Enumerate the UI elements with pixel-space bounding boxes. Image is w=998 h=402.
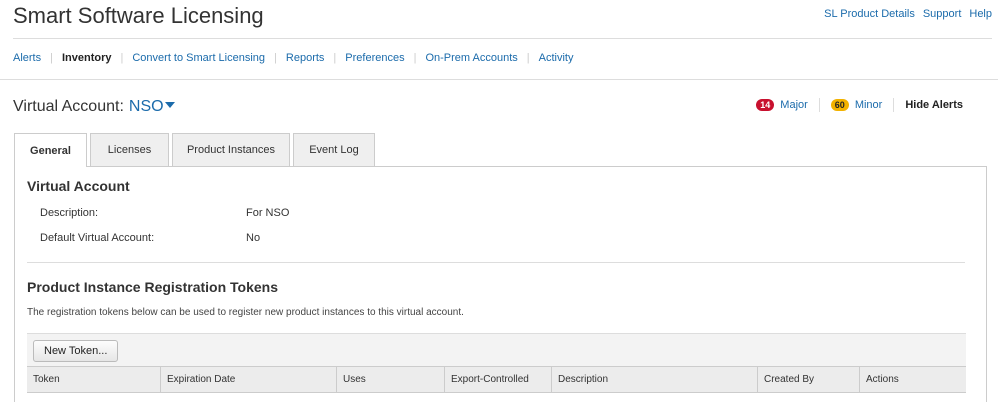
description-value: For NSO: [246, 207, 290, 219]
general-tab-panel: Virtual Account Description: For NSO Def…: [14, 166, 987, 402]
tab-bar: General Licenses Product Instances Event…: [14, 133, 378, 167]
column-header-uses[interactable]: Uses: [336, 367, 444, 392]
alerts-separator: [893, 98, 895, 112]
tab-event-log[interactable]: Event Log: [293, 133, 375, 166]
nav-alerts[interactable]: Alerts: [13, 52, 41, 64]
nav-separator: |: [274, 52, 277, 64]
minor-alerts-link[interactable]: Minor: [855, 99, 883, 111]
nav-reports[interactable]: Reports: [286, 52, 325, 64]
nav-separator: |: [50, 52, 53, 64]
main-nav: Alerts | Inventory | Convert to Smart Li…: [13, 52, 573, 64]
description-label: Description:: [40, 207, 99, 219]
support-link[interactable]: Support: [923, 8, 962, 20]
major-alerts-link[interactable]: Major: [780, 99, 808, 111]
new-token-button[interactable]: New Token...: [33, 340, 119, 362]
hide-alerts-button[interactable]: Hide Alerts: [905, 99, 963, 111]
tab-general[interactable]: General: [14, 133, 87, 167]
tokens-toolbar: New Token...: [27, 333, 966, 366]
nav-separator: |: [526, 52, 530, 64]
virtual-account-selector[interactable]: NSO: [129, 98, 164, 116]
nav-divider: [0, 79, 998, 80]
top-links: SL Product Details Support Help: [824, 8, 992, 20]
column-header-token[interactable]: Token: [27, 367, 160, 392]
nav-separator: |: [413, 52, 417, 64]
virtual-account-section-title: Virtual Account: [27, 178, 130, 194]
default-virtual-account-label: Default Virtual Account:: [40, 232, 155, 244]
nav-separator: |: [333, 52, 337, 64]
help-link[interactable]: Help: [969, 8, 992, 20]
nav-activity[interactable]: Activity: [539, 52, 574, 64]
nav-separator: |: [120, 52, 124, 64]
column-header-export-controlled[interactable]: Export-Controlled: [444, 367, 551, 392]
tokens-table-header: Token Expiration Date Uses Export-Contro…: [27, 366, 966, 393]
column-header-description[interactable]: Description: [551, 367, 757, 392]
default-virtual-account-value: No: [246, 232, 261, 244]
nav-preferences[interactable]: Preferences: [345, 52, 404, 64]
alerts-summary: 14 Major 60 Minor Hide Alerts: [756, 98, 963, 112]
alerts-separator: [818, 98, 820, 112]
tab-product-instances[interactable]: Product Instances: [172, 133, 290, 166]
tokens-description: The registration tokens below can be use…: [27, 307, 464, 318]
nav-on-prem-accounts[interactable]: On-Prem Accounts: [425, 52, 517, 64]
virtual-account-heading: Virtual Account: NSO: [13, 98, 175, 116]
tab-licenses[interactable]: Licenses: [90, 133, 169, 166]
tokens-section-title: Product Instance Registration Tokens: [27, 279, 279, 295]
column-header-actions[interactable]: Actions: [859, 367, 966, 392]
minor-alerts-badge[interactable]: 60: [830, 99, 849, 111]
caret-down-icon[interactable]: [164, 102, 175, 108]
sl-product-details-link[interactable]: SL Product Details: [824, 8, 915, 20]
app-title: Smart Software Licensing: [13, 3, 264, 28]
column-header-expiration-date[interactable]: Expiration Date: [160, 367, 336, 392]
virtual-account-label: Virtual Account:: [13, 98, 124, 115]
section-divider: [27, 262, 965, 263]
nav-inventory[interactable]: Inventory: [62, 52, 112, 64]
column-header-created-by[interactable]: Created By: [757, 367, 859, 392]
header-divider: [13, 38, 992, 39]
nav-convert-to-smart-licensing[interactable]: Convert to Smart Licensing: [132, 52, 265, 64]
major-alerts-badge[interactable]: 14: [756, 99, 775, 111]
